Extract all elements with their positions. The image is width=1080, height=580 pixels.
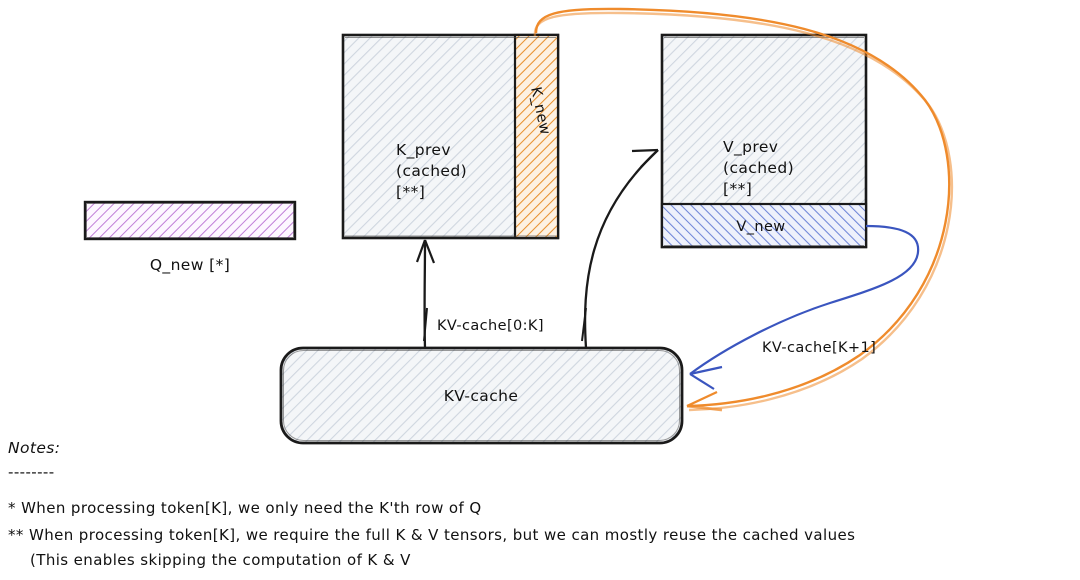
- v-new-strip-label: V_new: [736, 219, 785, 235]
- q-new-label: Q_new [*]: [150, 256, 230, 275]
- notes-rule: --------: [8, 463, 55, 481]
- k-new-strip: [513, 33, 560, 240]
- v-box-label-line-3: [**]: [723, 180, 752, 198]
- v-box-label-line-2: (cached): [723, 159, 794, 177]
- v-box-label-line-1: V_prev: [723, 138, 778, 157]
- kv-cache-diagram: Q_new [*] K_prev (cached) [**] K_new V_p…: [8, 7, 953, 569]
- kv-cache-read-label: KV-cache[0:K]: [437, 318, 544, 334]
- kv-cache-write-label: KV-cache[K+1]: [762, 340, 876, 356]
- notes-item-1: * When processing token[K], we only need…: [8, 499, 482, 517]
- kv-cache-read-label-group: KV-cache[0:K]: [423, 307, 587, 342]
- arrow-kvcache-to-v: [583, 148, 659, 349]
- q-new-box: [83, 200, 297, 241]
- notes-item-3: (This enables skipping the computation o…: [30, 551, 411, 569]
- diagram-canvas: Q_new [*] K_prev (cached) [**] K_new V_p…: [0, 0, 1080, 580]
- k-prev-box: [341, 33, 560, 240]
- arrow-vnew-to-kvcache: [689, 224, 920, 390]
- q-new-rect: [83, 200, 297, 241]
- notes-item-2: ** When processing token[K], we require …: [8, 526, 855, 544]
- notes-heading: Notes:: [8, 439, 60, 457]
- k-box-label-line-2: (cached): [396, 162, 467, 180]
- k-box-label-line-3: [**]: [396, 183, 425, 201]
- kv-cache-label: KV-cache: [444, 387, 519, 405]
- k-box-label-line-1: K_prev: [396, 141, 451, 160]
